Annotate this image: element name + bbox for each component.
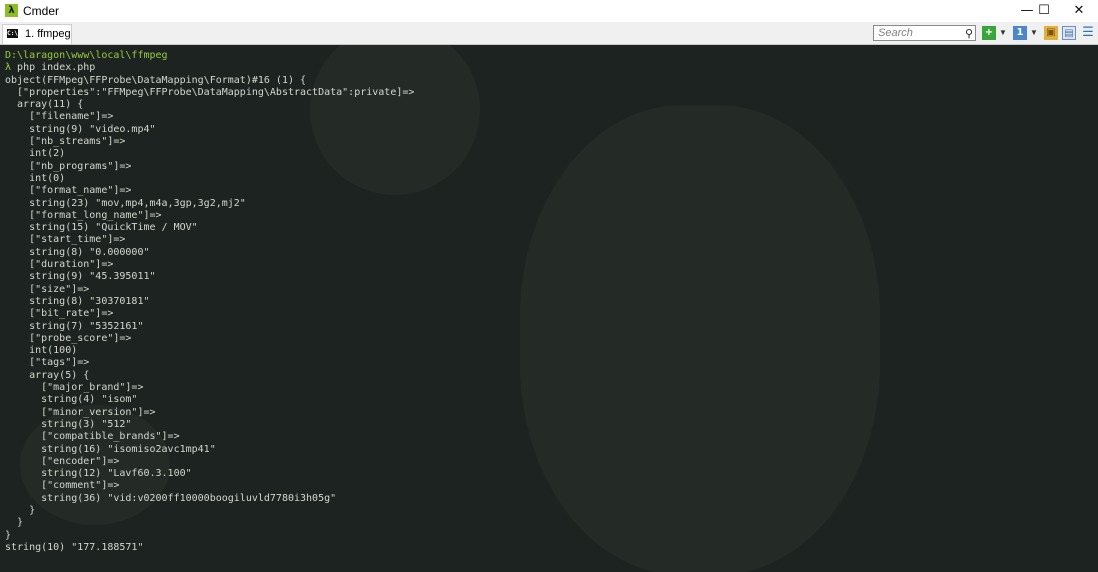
output-line: ["nb_streams"]=> <box>5 136 126 148</box>
command-text: php index.php <box>11 62 96 74</box>
tab-label: 1. ffmpeg <box>25 28 71 40</box>
output-line: } <box>5 517 24 529</box>
cmder-window: λ Cmder — ☐ ✕ C:\ 1. ffmpeg Search ⚲ + ▼… <box>0 0 1098 572</box>
window-title: Cmder <box>23 4 60 18</box>
output-line: ["properties":"FFMpeg\FFProbe\DataMappin… <box>5 86 415 98</box>
output-line: string(15) "QuickTime / MOV" <box>5 222 198 234</box>
output-line: string(23) "mov,mp4,m4a,3gp,3g2,mj2" <box>5 197 246 209</box>
output-line: int(100) <box>5 345 78 357</box>
output-line: array(11) { <box>5 99 84 111</box>
close-button[interactable]: ✕ <box>1062 0 1096 22</box>
output-line: ["duration"]=> <box>5 259 114 271</box>
output-line: ["size"]=> <box>5 283 90 295</box>
output-line: ["nb_programs"]=> <box>5 160 132 172</box>
output-line: string(36) "vid:v0200ff10000boogiluvld77… <box>5 492 337 504</box>
title-bar[interactable]: λ Cmder — ☐ ✕ <box>0 0 1098 22</box>
output-line: ["filename"]=> <box>5 111 114 123</box>
console-list-dropdown-icon[interactable]: ▼ <box>1030 28 1038 37</box>
output-line: string(3) "512" <box>5 418 132 430</box>
output-line: string(12) "Lavf60.3.100" <box>5 468 192 480</box>
output-line: ["minor_version"]=> <box>5 406 156 418</box>
command-line: λ php index.php <box>5 62 414 74</box>
output-line: string(10) "177.188571" <box>5 541 144 553</box>
output-line: int(0) <box>5 172 66 184</box>
output-line: ["format_long_name"]=> <box>5 209 162 221</box>
output-line: ["compatible_brands"]=> <box>5 431 180 443</box>
search-input[interactable]: Search ⚲ <box>873 25 976 41</box>
console-output: D:\laragon\www\local\ffmpeg λ php index.p… <box>5 50 414 554</box>
output-line: } <box>5 504 36 516</box>
tab-ffmpeg[interactable]: C:\ 1. ffmpeg <box>2 24 72 44</box>
search-icon[interactable]: ⚲ <box>965 27 973 40</box>
lock-icon[interactable]: ▣ <box>1044 26 1058 40</box>
output-line: string(8) "0.000000" <box>5 246 150 258</box>
prompt-path: D:\laragon\www\local\ffmpeg <box>5 50 168 61</box>
output-line: string(9) "video.mp4" <box>5 123 156 135</box>
console-area[interactable]: D:\laragon\www\local\ffmpeg λ php index.p… <box>0 45 1098 572</box>
output-line: ["comment"]=> <box>5 480 120 492</box>
cmder-lambda-icon: λ <box>5 4 18 17</box>
output-line: string(7) "5352161" <box>5 320 144 332</box>
output-line: string(4) "isom" <box>5 394 138 406</box>
output-line: ["major_brand"]=> <box>5 382 144 394</box>
output-line: ["start_time"]=> <box>5 234 126 246</box>
menu-icon[interactable]: ☰ <box>1081 26 1095 40</box>
search-placeholder: Search <box>878 27 913 39</box>
output-line: object(FFMpeg\FFProbe\DataMapping\Format… <box>5 74 307 86</box>
output-line: string(9) "45.395011" <box>5 271 156 283</box>
tab-bar: C:\ 1. ffmpeg Search ⚲ + ▼ 1 ▼ ▣ ▤ ☰ <box>0 22 1098 45</box>
output-line: ["tags"]=> <box>5 357 90 369</box>
output-line: array(5) { <box>5 369 90 381</box>
new-console-icon[interactable]: + <box>982 26 996 40</box>
output-line: string(8) "30370181" <box>5 295 150 307</box>
background-art <box>520 105 880 572</box>
output-line: ["bit_rate"]=> <box>5 308 114 320</box>
output-line: ["encoder"]=> <box>5 455 120 467</box>
output-line: } <box>5 529 12 541</box>
output-line: ["format_name"]=> <box>5 185 132 197</box>
console-list-icon[interactable]: 1 <box>1013 26 1027 40</box>
output-line: ["probe_score"]=> <box>5 332 132 344</box>
new-console-dropdown-icon[interactable]: ▼ <box>999 28 1007 37</box>
output-line: string(16) "isomiso2avc1mp41" <box>5 443 216 455</box>
split-view-icon[interactable]: ▤ <box>1062 26 1076 40</box>
console-icon: C:\ <box>7 29 18 38</box>
output-line: int(2) <box>5 148 66 160</box>
maximize-button[interactable]: ☐ <box>1027 0 1061 22</box>
